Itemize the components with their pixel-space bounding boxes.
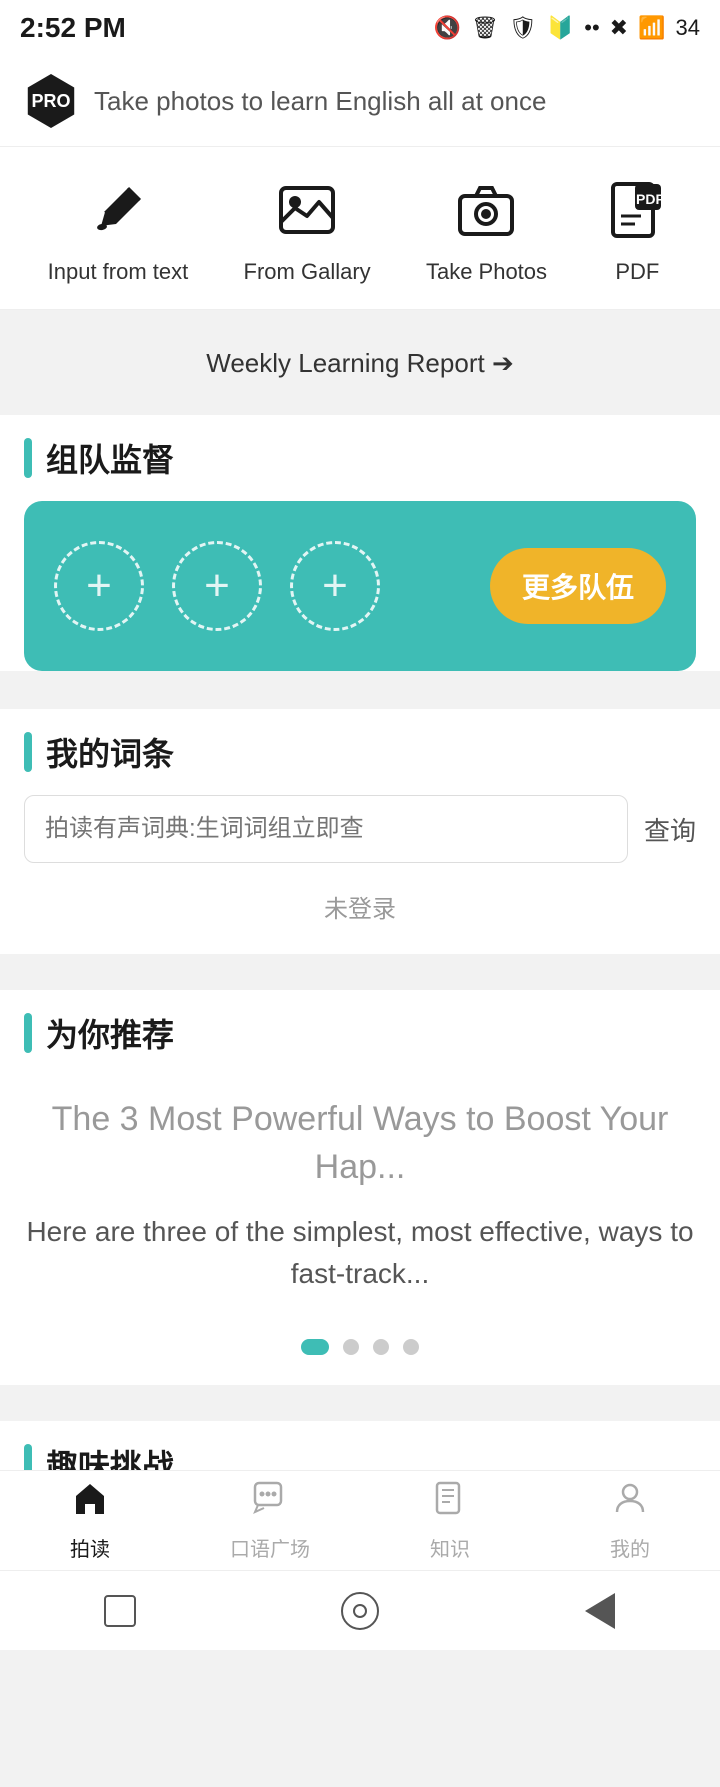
action-input-text-label: Input from text xyxy=(48,259,189,285)
home-icon xyxy=(72,1480,108,1525)
person-icon xyxy=(612,1480,648,1525)
carousel-dots xyxy=(24,1315,696,1365)
image-icon xyxy=(272,175,342,245)
pro-badge-text: PRO xyxy=(31,91,70,112)
book-icon xyxy=(432,1480,468,1525)
system-nav-bar xyxy=(0,1570,720,1650)
trash-icon: 🗑 xyxy=(471,15,499,41)
camera-icon xyxy=(451,175,521,245)
team-card: + + + 更多队伍 xyxy=(24,501,696,671)
action-photos-label: Take Photos xyxy=(426,259,547,285)
sys-home-button[interactable] xyxy=(335,1586,385,1636)
team-section-bar xyxy=(24,438,32,478)
more-team-button[interactable]: 更多队伍 xyxy=(490,548,666,624)
words-search-button[interactable]: 查询 xyxy=(644,811,696,848)
sys-recent-button[interactable] xyxy=(575,1586,625,1636)
header-tagline: Take photos to learn English all at once xyxy=(94,86,546,117)
team-section-title: 组队监督 xyxy=(46,435,174,481)
nav-item-home[interactable]: 拍读 xyxy=(0,1480,180,1562)
nav-home-label: 拍读 xyxy=(70,1533,110,1562)
nav-knowledge-label: 知识 xyxy=(430,1533,470,1562)
carousel-dot-4 xyxy=(403,1339,419,1355)
app-header: PRO Take photos to learn English all at … xyxy=(0,56,720,147)
weekly-report-banner[interactable]: Weekly Learning Report ➔ xyxy=(0,328,720,397)
shield-icon: 🛡 xyxy=(509,15,537,41)
team-section: 组队监督 + + + 更多队伍 xyxy=(0,415,720,671)
article-title: The 3 Most Powerful Ways to Boost Your H… xyxy=(24,1096,696,1191)
pdf-icon: PDF xyxy=(602,175,672,245)
wifi-icon: 📶 xyxy=(638,15,665,41)
action-pdf-label: PDF xyxy=(615,259,659,285)
words-section: 我的词条 查询 未登录 xyxy=(0,709,720,954)
recommend-section-bar xyxy=(24,1013,32,1053)
pencil-icon xyxy=(83,175,153,245)
team-plus-circles: + + + xyxy=(54,541,380,631)
battery-icon: 34 xyxy=(676,15,700,41)
nav-item-speech[interactable]: 口语广场 xyxy=(180,1480,360,1562)
words-section-title: 我的词条 xyxy=(46,729,174,775)
words-section-header: 我的词条 xyxy=(24,729,696,775)
nav-mine-label: 我的 xyxy=(610,1533,650,1562)
action-from-gallery[interactable]: From Gallary xyxy=(244,175,371,285)
vpn-icon: 🔰 xyxy=(547,15,574,41)
team-section-header: 组队监督 xyxy=(24,435,696,481)
article-card[interactable]: The 3 Most Powerful Ways to Boost Your H… xyxy=(24,1076,696,1315)
carousel-dot-2 xyxy=(343,1339,359,1355)
quick-actions-bar: Input from text From Gallary xyxy=(0,147,720,310)
team-add-circle-1[interactable]: + xyxy=(54,541,144,631)
carousel-dot-3 xyxy=(373,1339,389,1355)
status-bar: 2:52 PM 🔇 🗑 🛡 🔰 •• ✖ 📶 34 xyxy=(0,0,720,56)
team-add-circle-2[interactable]: + xyxy=(172,541,262,631)
team-add-circle-3[interactable]: + xyxy=(290,541,380,631)
pro-badge: PRO xyxy=(24,74,78,128)
chat-icon xyxy=(252,1480,288,1525)
action-pdf[interactable]: PDF PDF xyxy=(602,175,672,285)
words-search-row: 查询 xyxy=(24,795,696,863)
action-gallery-label: From Gallary xyxy=(244,259,371,285)
nav-item-knowledge[interactable]: 知识 xyxy=(360,1480,540,1562)
status-icons: 🔇 🗑 🛡 🔰 •• ✖ 📶 34 xyxy=(434,15,700,41)
words-section-bar xyxy=(24,732,32,772)
more-icon: •• xyxy=(584,15,599,41)
not-logged-in-text: 未登录 xyxy=(24,879,696,934)
close-box-icon: ✖ xyxy=(610,15,628,41)
recommend-section-title: 为你推荐 xyxy=(46,1010,174,1056)
nav-item-mine[interactable]: 我的 xyxy=(540,1480,720,1562)
mute-icon: 🔇 xyxy=(434,15,461,41)
nav-speech-label: 口语广场 xyxy=(230,1533,310,1562)
article-desc: Here are three of the simplest, most eff… xyxy=(24,1211,696,1295)
sys-back-button[interactable] xyxy=(95,1586,145,1636)
svg-text:PDF: PDF xyxy=(636,191,664,207)
action-input-text[interactable]: Input from text xyxy=(48,175,189,285)
action-take-photos[interactable]: Take Photos xyxy=(426,175,547,285)
words-search-input[interactable] xyxy=(24,795,628,863)
carousel-dot-1 xyxy=(301,1339,329,1355)
recommend-section: 为你推荐 The 3 Most Powerful Ways to Boost Y… xyxy=(0,990,720,1385)
weekly-report-text: Weekly Learning Report ➔ xyxy=(206,348,513,378)
weekly-report-arrow: ➔ xyxy=(492,348,514,378)
recommend-section-header: 为你推荐 xyxy=(24,1010,696,1056)
status-time: 2:52 PM xyxy=(20,12,126,44)
bottom-nav: 拍读 口语广场 知识 xyxy=(0,1470,720,1570)
